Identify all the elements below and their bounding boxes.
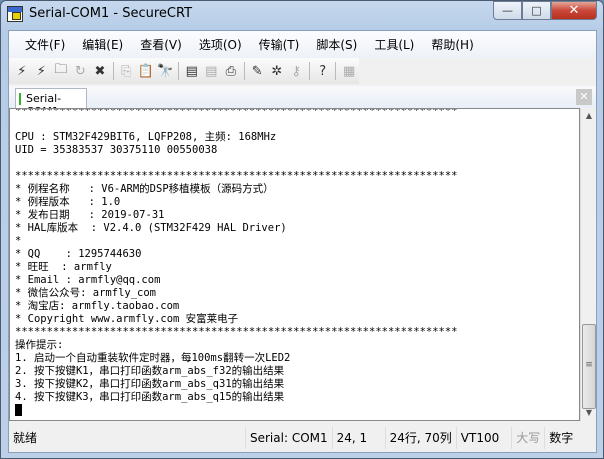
- status-emulation: VT100: [455, 426, 503, 449]
- title-bar[interactable]: Serial-COM1 - SecureCRT — □ ✕: [1, 1, 603, 29]
- close-button[interactable]: ✕: [551, 1, 597, 20]
- terminal-line: * 例程名称 : V6-ARM的DSP移植模板（源码方式）: [15, 183, 274, 195]
- terminal-line: 操作提示:: [15, 339, 64, 351]
- connect-in-tab-icon[interactable]: 🗀: [52, 61, 70, 81]
- scroll-down-icon[interactable]: ▼: [581, 405, 597, 421]
- reconnect-icon[interactable]: ↻: [72, 61, 90, 81]
- securecrt-window: Serial-COM1 - SecureCRT — □ ✕ 文件(F) 编辑(E)…: [0, 0, 604, 459]
- close-tab-icon[interactable]: ✕: [576, 89, 592, 105]
- terminal-line: * 例程版本 : 1.0: [15, 196, 121, 208]
- paste-icon[interactable]: 📋: [137, 61, 155, 81]
- connect-icon[interactable]: ⚡: [13, 61, 31, 81]
- terminal-line: ****************************************…: [15, 170, 458, 182]
- toolbar-separator: [243, 62, 245, 80]
- quick-connect-icon[interactable]: ⚡: [33, 61, 51, 81]
- status-connection: Serial: COM1: [245, 426, 332, 449]
- help-icon[interactable]: ?: [314, 61, 332, 81]
- menu-bar: 文件(F) 编辑(E) 查看(V) 选项(O) 传输(T) 脚本(S) 工具(L) 帮助(H): [9, 31, 596, 58]
- menu-item[interactable]: 脚本(S): [308, 36, 365, 53]
- status-bar: 就绪 Serial: COM1 24, 1 24行, 70列 VT100 大写 …: [9, 423, 596, 452]
- keymap-icon[interactable]: ⚷: [288, 61, 306, 81]
- minimize-button[interactable]: —: [493, 1, 522, 20]
- status-num: 数字: [544, 426, 577, 449]
- menu-item[interactable]: 传输(T): [251, 36, 308, 53]
- terminal-line: * 旺旺 : armfly: [15, 261, 112, 273]
- terminal-line: ****************************************…: [15, 326, 458, 338]
- terminal-line: CPU : STM32F429BIT6, LQFP208, 主频: 168MHz: [15, 131, 277, 143]
- status-caps: 大写: [511, 426, 544, 449]
- terminal-view[interactable]: ****************************************…: [9, 108, 580, 421]
- toolbar-separator: [335, 62, 337, 80]
- menu-item[interactable]: 工具(L): [366, 36, 422, 53]
- session-options-icon[interactable]: ✎: [248, 61, 266, 81]
- terminal-line: * 淘宝店: armfly.taobao.com: [15, 300, 180, 312]
- terminal-line: * 发布日期 : 2019-07-31: [15, 209, 165, 221]
- tab-serial-com1[interactable]: Serial-COM1: [15, 88, 87, 118]
- terminal-line: 1. 启动一个自动重装软件定时器，每100ms翻转一次LED2: [15, 352, 291, 364]
- disconnect-icon[interactable]: ✖: [91, 61, 109, 81]
- copy-icon[interactable]: ⎘: [118, 61, 136, 81]
- terminal-line: * Copyright www.armfly.com 安富莱电子: [15, 313, 239, 325]
- terminal-line: 4. 按下按键K3，串口打印函数arm_abs_q15的输出结果: [15, 391, 285, 403]
- terminal-line: UID = 35383537 30375110 00550038: [15, 144, 218, 156]
- toolbar-separator: [309, 62, 310, 80]
- terminal-line: ****************************************…: [15, 108, 458, 117]
- global-options-icon[interactable]: ✲: [268, 61, 286, 81]
- terminal-line: *: [15, 235, 22, 247]
- menu-item[interactable]: 帮助(H): [423, 36, 481, 53]
- status-cursor: 24, 1: [331, 426, 385, 449]
- toolbar: ⚡ ⚡ 🗀 ↻ ✖ ⎘ 📋 🔭 ▤ ▤ ⎙ ✎ ✲ ⚷? ▦: [9, 58, 359, 84]
- toolbar-separator: [112, 62, 114, 80]
- print-screen-icon[interactable]: ▤: [183, 61, 201, 81]
- maximize-button[interactable]: □: [522, 1, 551, 20]
- terminal-line: * QQ : 1295744630: [15, 248, 142, 260]
- scroll-thumb[interactable]: ≡: [582, 324, 596, 409]
- window-title: Serial-COM1 - SecureCRT: [29, 6, 193, 21]
- terminal-line: 3. 按下按键K2，串口打印函数arm_abs_q31的输出结果: [15, 378, 285, 390]
- tab-bar: Serial-COM1 ✕: [9, 86, 596, 118]
- toolbar-separator: [178, 62, 179, 80]
- print-selection-icon[interactable]: ▤: [203, 61, 221, 81]
- terminal-output: ****************************************…: [15, 108, 458, 418]
- menu-item[interactable]: 查看(V): [132, 36, 190, 53]
- terminal-cursor: [15, 404, 22, 416]
- status-size: 24行, 70列: [384, 426, 456, 449]
- find-icon[interactable]: 🔭: [157, 61, 175, 81]
- menu-item[interactable]: 编辑(E): [74, 36, 131, 53]
- terminal-line: 2. 按下按键K1，串口打印函数arm_abs_f32的输出结果: [15, 365, 285, 377]
- menu-item[interactable]: 选项(O): [191, 36, 250, 53]
- terminal-line: * HAL库版本 : V2.4.0 (STM32F429 HAL Driver): [15, 222, 287, 234]
- status-ready: 就绪: [13, 430, 38, 445]
- vertical-scrollbar[interactable]: ▲ ≡ ▼: [580, 108, 596, 421]
- terminal-line: * Email : armfly@qq.com: [15, 274, 161, 286]
- tile-icon[interactable]: ▦: [340, 61, 358, 81]
- app-icon[interactable]: [7, 6, 23, 22]
- terminal-line: * 微信公众号: armfly_com: [15, 287, 157, 299]
- print-icon[interactable]: ⎙: [222, 61, 240, 81]
- menu-item[interactable]: 文件(F): [17, 36, 73, 53]
- scroll-up-icon[interactable]: ▲: [581, 108, 597, 124]
